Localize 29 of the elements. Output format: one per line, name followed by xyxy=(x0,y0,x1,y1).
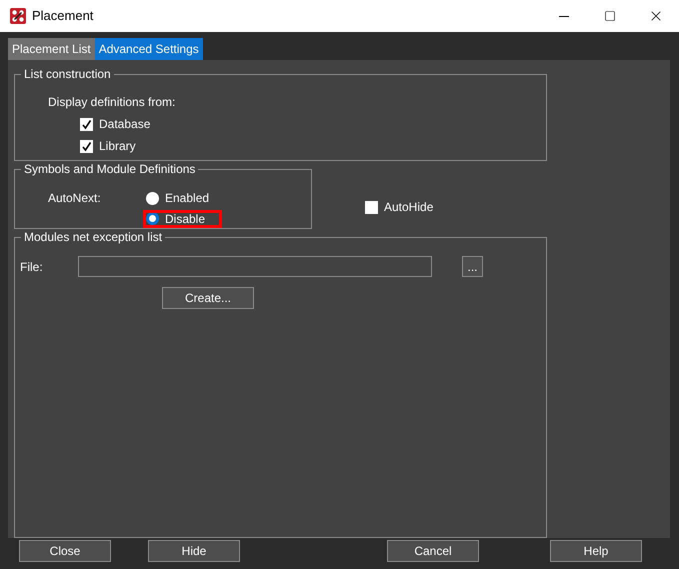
group-title: Modules net exception list xyxy=(21,229,166,245)
maximize-icon xyxy=(604,10,616,22)
section-label: Display definitions from: xyxy=(48,94,176,111)
create-button[interactable]: Create... xyxy=(162,287,254,309)
app-icon xyxy=(10,8,26,24)
checkbox-label: Database xyxy=(99,116,150,133)
field-label: File: xyxy=(20,258,44,276)
radio-label: Enabled xyxy=(165,190,210,208)
checkbox-label: Library xyxy=(99,138,136,155)
checkmark-icon xyxy=(81,140,92,152)
radio-button[interactable] xyxy=(146,192,159,205)
dialog-button[interactable]: Cancel xyxy=(387,540,479,562)
checkbox[interactable] xyxy=(365,200,378,214)
dialog-button[interactable]: Close xyxy=(19,540,111,562)
radio-button[interactable] xyxy=(146,212,159,226)
tab[interactable]: Advanced Settings xyxy=(94,38,203,60)
dialog-button[interactable]: Help xyxy=(550,540,642,562)
checkbox[interactable] xyxy=(80,140,93,152)
checkbox[interactable] xyxy=(80,118,93,130)
dialog-button[interactable]: Hide xyxy=(148,540,240,562)
file-input-field[interactable] xyxy=(78,256,432,277)
field-label: AutoNext: xyxy=(48,190,102,207)
checkbox-label: AutoHide xyxy=(384,199,434,216)
window-title: Placement xyxy=(32,7,94,26)
browse-button[interactable]: ... xyxy=(462,256,483,277)
radio-label: Disable xyxy=(165,210,206,228)
checkmark-icon xyxy=(81,118,92,130)
group-title: Symbols and Module Definitions xyxy=(21,161,198,177)
tab[interactable]: Placement List xyxy=(8,38,95,60)
